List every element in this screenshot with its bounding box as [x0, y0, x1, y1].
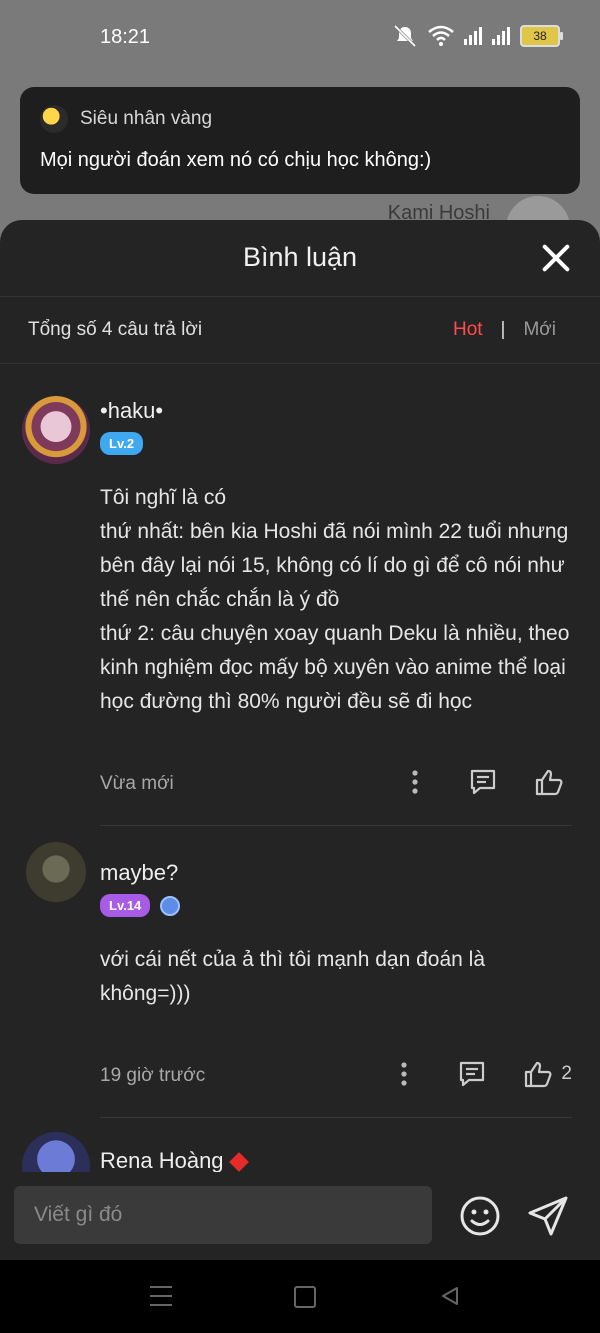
comment-item: maybe? Lv.14 với cái nết của ả thì tôi m…	[0, 826, 600, 1118]
recents-icon[interactable]	[150, 1286, 172, 1313]
comment-text: với cái nết của ả thì tôi mạnh dạn đoán …	[100, 943, 572, 1011]
back-icon[interactable]	[440, 1286, 460, 1306]
sort-hot-tab[interactable]: Hot	[453, 319, 483, 341]
comment-badges: Lv.14	[100, 894, 572, 917]
thumbs-up-icon	[535, 769, 563, 796]
comment-icon[interactable]	[466, 765, 500, 799]
comment-author[interactable]: Rena Hoàng	[100, 1148, 224, 1173]
comment-text: Tôi nghĩ là có thứ nhất: bên kia Hoshi đ…	[100, 481, 572, 719]
comment-icon[interactable]	[455, 1057, 489, 1091]
mute-icon	[393, 24, 417, 48]
signal-icon	[464, 27, 482, 45]
like-button[interactable]	[534, 767, 572, 797]
more-icon[interactable]	[398, 765, 432, 799]
comment-input-bar	[0, 1172, 600, 1260]
comment-line: với cái nết của ả thì tôi mạnh dạn đoán …	[100, 948, 486, 1005]
home-icon[interactable]	[294, 1286, 316, 1308]
sort-separator: |	[500, 319, 506, 340]
comment-item: Rena Hoàng	[0, 1118, 600, 1200]
toast-username: Siêu nhân vàng	[80, 108, 213, 129]
total-count: Tổng số 4 câu trả lời	[28, 319, 203, 340]
comment-badges: Lv.2	[100, 432, 572, 455]
status-icons: 38	[392, 24, 563, 48]
comment-author[interactable]: •haku•	[100, 364, 572, 424]
thumbs-up-icon	[525, 1061, 552, 1088]
close-icon[interactable]	[538, 240, 574, 276]
sort-row: Tổng số 4 câu trả lời Hot | Mới	[0, 297, 600, 364]
diamond-icon	[228, 1152, 249, 1173]
like-count: 2	[561, 1063, 572, 1084]
sort-new-tab[interactable]: Mới	[523, 319, 556, 341]
comment-meta: Vừa mới	[100, 755, 572, 825]
send-icon[interactable]	[526, 1194, 570, 1238]
comment-author[interactable]: maybe?	[100, 826, 572, 886]
comments-sheet: Bình luận Tổng số 4 câu trả lời Hot | Mớ…	[0, 220, 600, 1260]
emoji-icon[interactable]	[458, 1194, 502, 1238]
system-nav-bar	[0, 1260, 600, 1333]
battery-icon: 38	[520, 25, 563, 47]
status-time: 18:21	[100, 26, 151, 48]
comment-actions	[398, 765, 572, 799]
sheet-title: Bình luận	[242, 242, 358, 272]
comment-line: Tôi nghĩ là có	[100, 486, 227, 509]
avatar	[40, 105, 68, 133]
comment-meta: 19 giờ trước 2	[100, 1047, 572, 1117]
comment-item: •haku• Lv.2 Tôi nghĩ là có thứ nhất: bên…	[0, 364, 600, 826]
comment-author-row: Rena Hoàng	[100, 1118, 572, 1174]
more-icon[interactable]	[387, 1057, 421, 1091]
level-badge: Lv.14	[100, 894, 151, 917]
comment-actions: 2	[387, 1057, 572, 1091]
like-button[interactable]: 2	[523, 1059, 572, 1089]
status-bar: 18:21 38	[0, 0, 600, 76]
toast-message: Mọi người đoán xem nó có chịu học không:…	[40, 149, 432, 171]
comment-line: thứ 2: câu chuyện xoay quanh Deku là nhi…	[100, 622, 570, 713]
level-badge: Lv.2	[100, 432, 144, 455]
comment-input[interactable]	[14, 1186, 432, 1244]
toast-user: Siêu nhân vàng	[40, 105, 560, 133]
avatar[interactable]	[22, 396, 90, 464]
avatar[interactable]	[26, 842, 86, 902]
comment-time: Vừa mới	[100, 773, 174, 794]
member-badge-icon	[160, 895, 181, 916]
comment-line: thứ nhất: bên kia Hoshi đã nói mình 22 t…	[100, 520, 569, 611]
comment-time: 19 giờ trước	[100, 1065, 206, 1086]
signal-icon-2	[492, 27, 510, 45]
sheet-header: Bình luận	[0, 220, 600, 297]
notification-toast[interactable]: Siêu nhân vàng Mọi người đoán xem nó có …	[20, 87, 580, 194]
sort-options: Hot | Mới	[453, 319, 556, 341]
wifi-icon	[428, 25, 454, 46]
